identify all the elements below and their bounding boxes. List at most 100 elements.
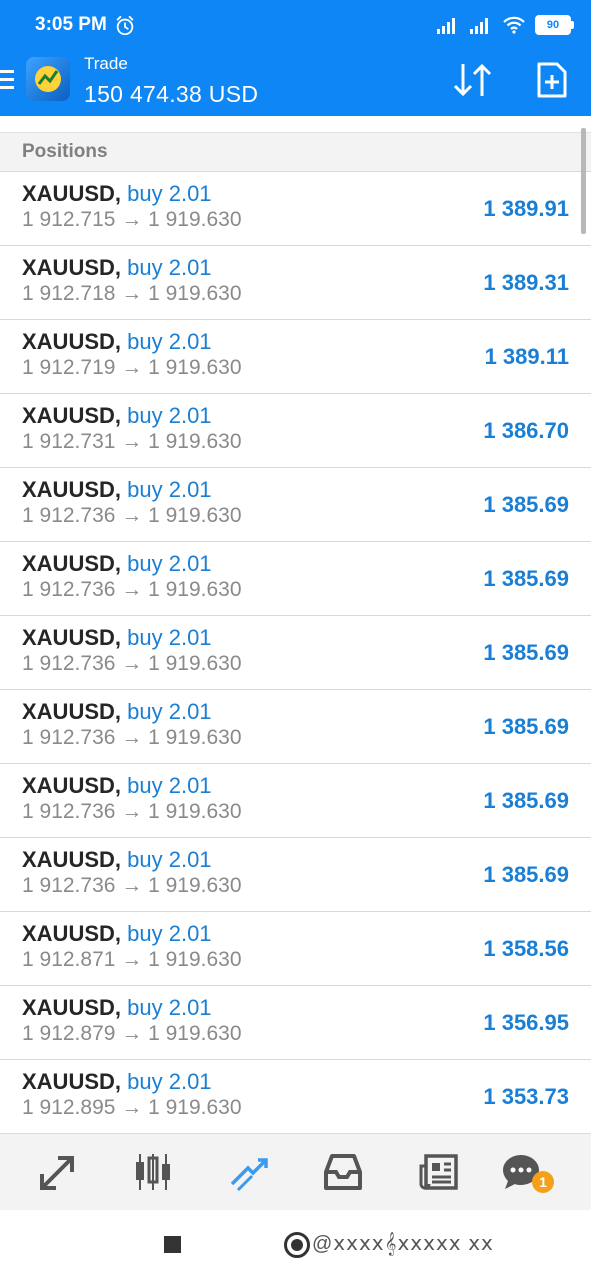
position-prices: 1 912.871 → 1 919.630 xyxy=(22,948,242,971)
position-side-volume: buy 2.01 xyxy=(127,181,212,206)
signal-icon-2 xyxy=(470,18,488,34)
position-symbol: XAUUSD xyxy=(22,477,115,502)
position-row[interactable]: XAUUSD, buy 2.01 1 912.719 → 1 919.630 1 3… xyxy=(0,320,591,394)
signal-icon xyxy=(437,18,455,34)
position-symbol: XAUUSD xyxy=(22,403,115,428)
position-title: XAUUSD, buy 2.01 xyxy=(22,403,212,429)
position-prices: 1 912.879 → 1 919.630 xyxy=(22,1022,242,1045)
position-row[interactable]: XAUUSD, buy 2.01 1 912.715 → 1 919.630 1 3… xyxy=(0,172,591,246)
position-profit: 1 385.69 xyxy=(483,492,569,517)
quotes-icon[interactable] xyxy=(38,1152,80,1192)
chat-badge: 1 xyxy=(532,1171,554,1193)
position-prices: 1 912.736 → 1 919.630 xyxy=(22,578,242,601)
history-icon[interactable] xyxy=(322,1152,364,1192)
position-title: XAUUSD, buy 2.01 xyxy=(22,995,212,1021)
position-title: XAUUSD, buy 2.01 xyxy=(22,773,212,799)
status-icons: 90 xyxy=(436,15,574,35)
position-symbol: XAUUSD xyxy=(22,181,115,206)
position-title: XAUUSD, buy 2.01 xyxy=(22,699,212,725)
separator: , xyxy=(114,551,128,576)
position-symbol: XAUUSD xyxy=(22,551,115,576)
position-symbol: XAUUSD xyxy=(22,921,115,946)
position-prices: 1 912.736 → 1 919.630 xyxy=(22,652,242,675)
alarm-icon xyxy=(116,15,134,36)
position-side-volume: buy 2.01 xyxy=(127,329,212,354)
position-profit: 1 389.31 xyxy=(483,270,569,295)
position-row[interactable]: XAUUSD, buy 2.01 1 912.879 → 1 919.630 1 3… xyxy=(0,986,591,1060)
position-profit: 1 358.56 xyxy=(483,936,569,961)
watermark: @ⅹⅹⅹⅹ𝄞ⅹⅹⅹⅹⅹ ⅹⅹ xyxy=(312,1233,494,1255)
sort-icon[interactable] xyxy=(452,62,494,98)
chart-icon[interactable] xyxy=(132,1152,174,1192)
positions-list[interactable]: Positions XAUUSD, buy 2.01 1 912.715 → 1 … xyxy=(0,132,591,1133)
position-side-volume: buy 2.01 xyxy=(127,1069,212,1094)
position-row[interactable]: XAUUSD, buy 2.01 1 912.736 → 1 919.630 1 3… xyxy=(0,690,591,764)
position-title: XAUUSD, buy 2.01 xyxy=(22,551,212,577)
position-side-volume: buy 2.01 xyxy=(127,921,212,946)
position-prices: 1 912.731 → 1 919.630 xyxy=(22,430,242,453)
position-profit: 1 385.69 xyxy=(483,788,569,813)
position-prices: 1 912.718 → 1 919.630 xyxy=(22,282,242,305)
position-row[interactable]: XAUUSD, buy 2.01 1 912.736 → 1 919.630 1 3… xyxy=(0,468,591,542)
position-prices: 1 912.736 → 1 919.630 xyxy=(22,800,242,823)
app-logo xyxy=(26,57,70,101)
separator: , xyxy=(114,181,128,206)
separator: , xyxy=(114,699,128,724)
section-header-positions: Positions xyxy=(0,133,591,172)
position-symbol: XAUUSD xyxy=(22,995,115,1020)
separator: , xyxy=(114,995,128,1020)
separator: , xyxy=(114,403,128,428)
position-title: XAUUSD, buy 2.01 xyxy=(22,181,212,207)
news-icon[interactable] xyxy=(418,1152,460,1192)
trade-icon[interactable] xyxy=(228,1152,270,1192)
separator: , xyxy=(114,921,128,946)
position-prices: 1 912.715 → 1 919.630 xyxy=(22,208,242,231)
top-app-bar: 3:05 PM 90 Trade 150 474.38 USD xyxy=(0,0,591,116)
position-prices: 1 912.736 → 1 919.630 xyxy=(22,874,242,897)
position-profit: 1 385.69 xyxy=(483,640,569,665)
recents-button[interactable] xyxy=(164,1236,181,1253)
position-symbol: XAUUSD xyxy=(22,625,115,650)
position-prices: 1 912.719 → 1 919.630 xyxy=(22,356,242,379)
position-title: XAUUSD, buy 2.01 xyxy=(22,847,212,873)
position-row[interactable]: XAUUSD, buy 2.01 1 912.731 → 1 919.630 1 3… xyxy=(0,394,591,468)
position-side-volume: buy 2.01 xyxy=(127,773,212,798)
separator: , xyxy=(114,477,128,502)
position-title: XAUUSD, buy 2.01 xyxy=(22,921,212,947)
position-title: XAUUSD, buy 2.01 xyxy=(22,255,212,281)
position-title: XAUUSD, buy 2.01 xyxy=(22,329,212,355)
position-title: XAUUSD, buy 2.01 xyxy=(22,477,212,503)
position-profit: 1 385.69 xyxy=(483,566,569,591)
position-row[interactable]: XAUUSD, buy 2.01 1 912.895 → 1 919.630 1 3… xyxy=(0,1060,591,1133)
position-row[interactable]: XAUUSD, buy 2.01 1 912.736 → 1 919.630 1 3… xyxy=(0,542,591,616)
position-profit: 1 356.95 xyxy=(483,1010,569,1035)
bottom-navigation xyxy=(0,1133,591,1211)
position-profit: 1 353.73 xyxy=(483,1084,569,1109)
position-side-volume: buy 2.01 xyxy=(127,551,212,576)
position-row[interactable]: XAUUSD, buy 2.01 1 912.871 → 1 919.630 1 3… xyxy=(0,912,591,986)
position-title: XAUUSD, buy 2.01 xyxy=(22,625,212,651)
position-row[interactable]: XAUUSD, buy 2.01 1 912.718 → 1 919.630 1 3… xyxy=(0,246,591,320)
position-side-volume: buy 2.01 xyxy=(127,403,212,428)
account-balance: 150 474.38 USD xyxy=(84,81,259,107)
position-side-volume: buy 2.01 xyxy=(127,995,212,1020)
position-side-volume: buy 2.01 xyxy=(127,625,212,650)
new-order-icon[interactable] xyxy=(536,62,568,98)
position-side-volume: buy 2.01 xyxy=(127,477,212,502)
home-button[interactable] xyxy=(284,1232,310,1258)
position-prices: 1 912.736 → 1 919.630 xyxy=(22,726,242,749)
position-symbol: XAUUSD xyxy=(22,1069,115,1094)
position-profit: 1 389.11 xyxy=(484,344,569,369)
separator: , xyxy=(114,255,128,280)
position-row[interactable]: XAUUSD, buy 2.01 1 912.736 → 1 919.630 1 3… xyxy=(0,764,591,838)
separator: , xyxy=(114,1069,128,1094)
separator: , xyxy=(114,847,128,872)
position-row[interactable]: XAUUSD, buy 2.01 1 912.736 → 1 919.630 1 3… xyxy=(0,616,591,690)
scrollbar[interactable] xyxy=(581,128,586,234)
position-symbol: XAUUSD xyxy=(22,699,115,724)
page-title: Trade xyxy=(84,54,128,73)
wifi-icon xyxy=(503,16,525,34)
position-row[interactable]: XAUUSD, buy 2.01 1 912.736 → 1 919.630 1 3… xyxy=(0,838,591,912)
menu-icon[interactable] xyxy=(0,70,14,92)
battery-indicator: 90 xyxy=(535,15,574,35)
